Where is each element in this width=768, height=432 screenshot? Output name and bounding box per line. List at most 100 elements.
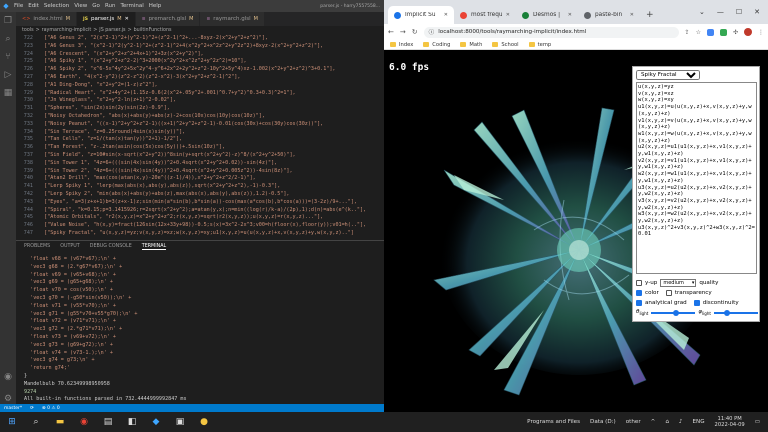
terminal-output[interactable]: 'float v68 = (v67*v67);\n' + 'vec3 g68 =… xyxy=(16,252,384,416)
code-line[interactable]: 728 ["A1 Ding-Dong", "x^2+y^2=(1-z)z^2"]… xyxy=(16,82,384,90)
code-line[interactable]: 737 ["Sin Field", "z=10#sin(x-sqrt(x^2+y… xyxy=(16,152,384,160)
code-line[interactable]: 741 ["Lerp Spiky 1", "lerp(max(abs(x),ab… xyxy=(16,183,384,191)
code-line[interactable]: 744 ["Spiral", "k=0.15;p=3.1415926;r=2sq… xyxy=(16,207,384,215)
menu-run[interactable]: Run xyxy=(105,3,116,9)
search-icon[interactable]: ⌕ xyxy=(3,34,13,44)
info-icon[interactable]: ⓘ xyxy=(429,28,435,36)
bookmark-temp[interactable]: temp xyxy=(528,42,551,48)
code-line[interactable]: 733 ["Noisy Peanut", "((x-1)^2+y^2+z^2-1… xyxy=(16,121,384,129)
y-up-checkbox[interactable] xyxy=(636,280,642,286)
raymarching-canvas[interactable]: 6.0 fps Spiky Fractal u(x,y,z)=yz v(x,y,… xyxy=(384,50,768,412)
code-line[interactable]: 726 ["A6 Spiky 2", "x^6-5x^4y^2+5x^2y^4-… xyxy=(16,66,384,74)
close-tab-icon[interactable]: ✕ xyxy=(444,12,448,18)
bookmark-school[interactable]: School xyxy=(492,42,519,48)
search-icon[interactable]: ⌕ xyxy=(29,415,43,429)
code-line[interactable]: 742 ["Lerp Spiky 2", "min(abs(x)+abs(y)+… xyxy=(16,191,384,199)
theta-light-slider[interactable] xyxy=(651,310,696,316)
breadcrumb-item[interactable]: raymarching-implicit xyxy=(42,28,92,33)
code-line[interactable]: 746 ["Value Noise", "h(x,y)=fract(126sin… xyxy=(16,222,384,230)
menu-help[interactable]: Help xyxy=(149,3,162,9)
notification-icon[interactable]: ▭ xyxy=(755,419,760,425)
vscode-icon[interactable]: ◆ xyxy=(149,415,163,429)
discontinuity-checkbox[interactable] xyxy=(693,300,700,306)
code-line[interactable]: 732 ["Noisy Octahedron", "abs(x)+abs(y)+… xyxy=(16,113,384,121)
bookmark-index[interactable]: Index xyxy=(390,42,413,48)
breadcrumb-item[interactable]: builtinFunctions xyxy=(134,28,172,33)
menu-view[interactable]: View xyxy=(74,3,87,9)
code-line[interactable]: 725 ["A6 Spiky 1", "(x^2+y^2+z^2-2)^3+20… xyxy=(16,58,384,66)
back-icon[interactable]: ← xyxy=(388,28,394,36)
source-control-icon[interactable]: ⑂ xyxy=(3,52,13,62)
bookmark-star-icon[interactable]: ☆ xyxy=(696,29,701,36)
tab-raymarch-glsl[interactable]: ≡ raymarch.glsl M xyxy=(200,12,265,26)
tab-index-html[interactable]: <> index.html M xyxy=(16,12,78,26)
phi-light-slider[interactable] xyxy=(713,310,759,316)
programs-and-files-toolbar[interactable]: Programs and Files xyxy=(527,419,580,425)
account-icon[interactable]: ◉ xyxy=(3,372,13,382)
reload-icon[interactable]: ↻ xyxy=(412,28,418,36)
extension-icon[interactable] xyxy=(706,28,714,36)
function-select[interactable]: Spiky Fractal xyxy=(636,70,700,80)
code-editor[interactable]: 722 ["A6 Genus 2", "2(x^2-1)^2+(y^2-1)^2… xyxy=(16,35,384,238)
code-line[interactable]: 736 ["Tan Forest", "z-.2tan(asin(cos(5x)… xyxy=(16,144,384,152)
close-tab-icon[interactable]: ✕ xyxy=(568,12,572,18)
menu-terminal[interactable]: Terminal xyxy=(120,3,143,9)
equation-textarea[interactable]: u(x,y,z)=yz v(x,y,z)=xz w(x,y,z)=xy u1(x… xyxy=(636,82,757,274)
slider-knob[interactable] xyxy=(672,310,679,316)
chrome-tab-most-frequent[interactable]: most frequ ✕ xyxy=(454,6,516,24)
code-line[interactable]: 743 ["Eyes", "a=3(z+x+1)b=3(z+x-1)z;sin(… xyxy=(16,199,384,207)
code-line[interactable]: 740 ["Atan2 Drill", "max(cos(atan(x,y)-2… xyxy=(16,175,384,183)
app-icon[interactable]: ◧ xyxy=(125,415,139,429)
code-line[interactable]: 723 ["A6 Genus 3", "(x^2-1)^2(y^2-1)^2+(… xyxy=(16,43,384,51)
profile-avatar[interactable] xyxy=(744,28,752,36)
share-icon[interactable]: ⇪ xyxy=(685,29,690,36)
tab-premarch-glsl[interactable]: ≡ premarch.glsl M xyxy=(135,12,201,26)
slider-knob[interactable] xyxy=(724,310,731,316)
windows-start-icon[interactable]: ⊞ xyxy=(5,415,19,429)
breadcrumb-item[interactable]: JS parser.js xyxy=(99,28,125,33)
sync-icon[interactable]: ⟳ xyxy=(30,406,34,411)
tab-search-icon[interactable]: ⌄ xyxy=(699,8,705,16)
explorer-icon[interactable]: ❐ xyxy=(3,16,13,26)
code-line[interactable]: 731 ["Spheres", "sin(2x)sin(2y)sin(2z)-0… xyxy=(16,105,384,113)
problems-status[interactable]: ⊗ 0 ⚠ 0 xyxy=(42,406,60,411)
color-checkbox[interactable] xyxy=(636,290,642,296)
language-indicator[interactable]: ENG xyxy=(692,419,704,425)
code-line[interactable]: 727 ["A6 Earth", "4(x^2-y^2)(z^2-z^2)(z^… xyxy=(16,74,384,82)
quality-select[interactable]: medium ▾ xyxy=(660,279,697,287)
chrome-tab-desmos[interactable]: Desmos | ✕ xyxy=(516,6,578,24)
code-line[interactable]: 734 ["Sin Terrace", "z=0.25round(4sin(x)… xyxy=(16,129,384,137)
code-line[interactable]: 724 ["A6 Crescent", "(x^2+y^2+z^2+4x+1)^… xyxy=(16,51,384,59)
menu-go[interactable]: Go xyxy=(92,3,100,9)
menu-selection[interactable]: Selection xyxy=(44,3,69,9)
code-line[interactable]: 739 ["Sin Tower 2", "4z=6+(((sin(4x)sin(… xyxy=(16,168,384,176)
file-explorer-icon[interactable]: ▬ xyxy=(53,415,67,429)
tray-chevron-icon[interactable]: ^ xyxy=(651,419,656,425)
settings-gear-icon[interactable]: ⚙ xyxy=(3,394,13,404)
close-tab-icon[interactable]: ✕ xyxy=(630,12,634,18)
bookmark-coding[interactable]: Coding xyxy=(423,42,450,48)
code-line[interactable]: 722 ["A6 Genus 2", "2(x^2-1)^2+(y^2-1)^2… xyxy=(16,35,384,43)
code-line[interactable]: 747 ["Spiky Fractal", "u(x,y,z)=yz;v(x,y… xyxy=(16,230,384,238)
chrome-tab-implicit[interactable]: Implicit Su ✕ xyxy=(388,6,454,24)
run-debug-icon[interactable]: ▷ xyxy=(3,70,13,80)
app-icon[interactable]: ● xyxy=(197,415,211,429)
extensions-puzzle-icon[interactable]: ✣ xyxy=(733,29,738,36)
code-line[interactable]: 738 ["Sin Tower 1", "4z=6+(((sin(4x)sin(… xyxy=(16,160,384,168)
code-line[interactable]: 745 ["Atomic Orbitals", "r2(x,y,z)=x^2+y… xyxy=(16,214,384,222)
app-icon[interactable]: ▤ xyxy=(101,415,115,429)
git-branch-status[interactable]: master* xyxy=(4,406,22,411)
bookmark-math[interactable]: Math xyxy=(460,42,482,48)
chrome-icon[interactable]: ◉ xyxy=(77,415,91,429)
tab-problems[interactable]: PROBLEMS xyxy=(24,244,50,249)
other-toolbar[interactable]: other xyxy=(626,419,641,425)
tab-parser-js[interactable]: JS parser.js M ✕ xyxy=(77,12,136,26)
tab-output[interactable]: OUTPUT xyxy=(60,244,80,249)
close-icon[interactable]: ✕ xyxy=(125,16,129,22)
network-icon[interactable]: ⌂ xyxy=(665,419,669,425)
code-line[interactable]: 735 ["Tan Cells", "z=1/(tan(x)tan(y))^2+… xyxy=(16,136,384,144)
code-line[interactable]: 730 ["Jn Wineglass", "x^2+y^2-ln(z+1)^2-… xyxy=(16,97,384,105)
menu-dots-icon[interactable]: ⋮ xyxy=(758,29,764,36)
maximize-icon[interactable]: ☐ xyxy=(736,8,742,16)
system-clock[interactable]: 11:40 PM 2022-04-09 xyxy=(715,416,745,429)
